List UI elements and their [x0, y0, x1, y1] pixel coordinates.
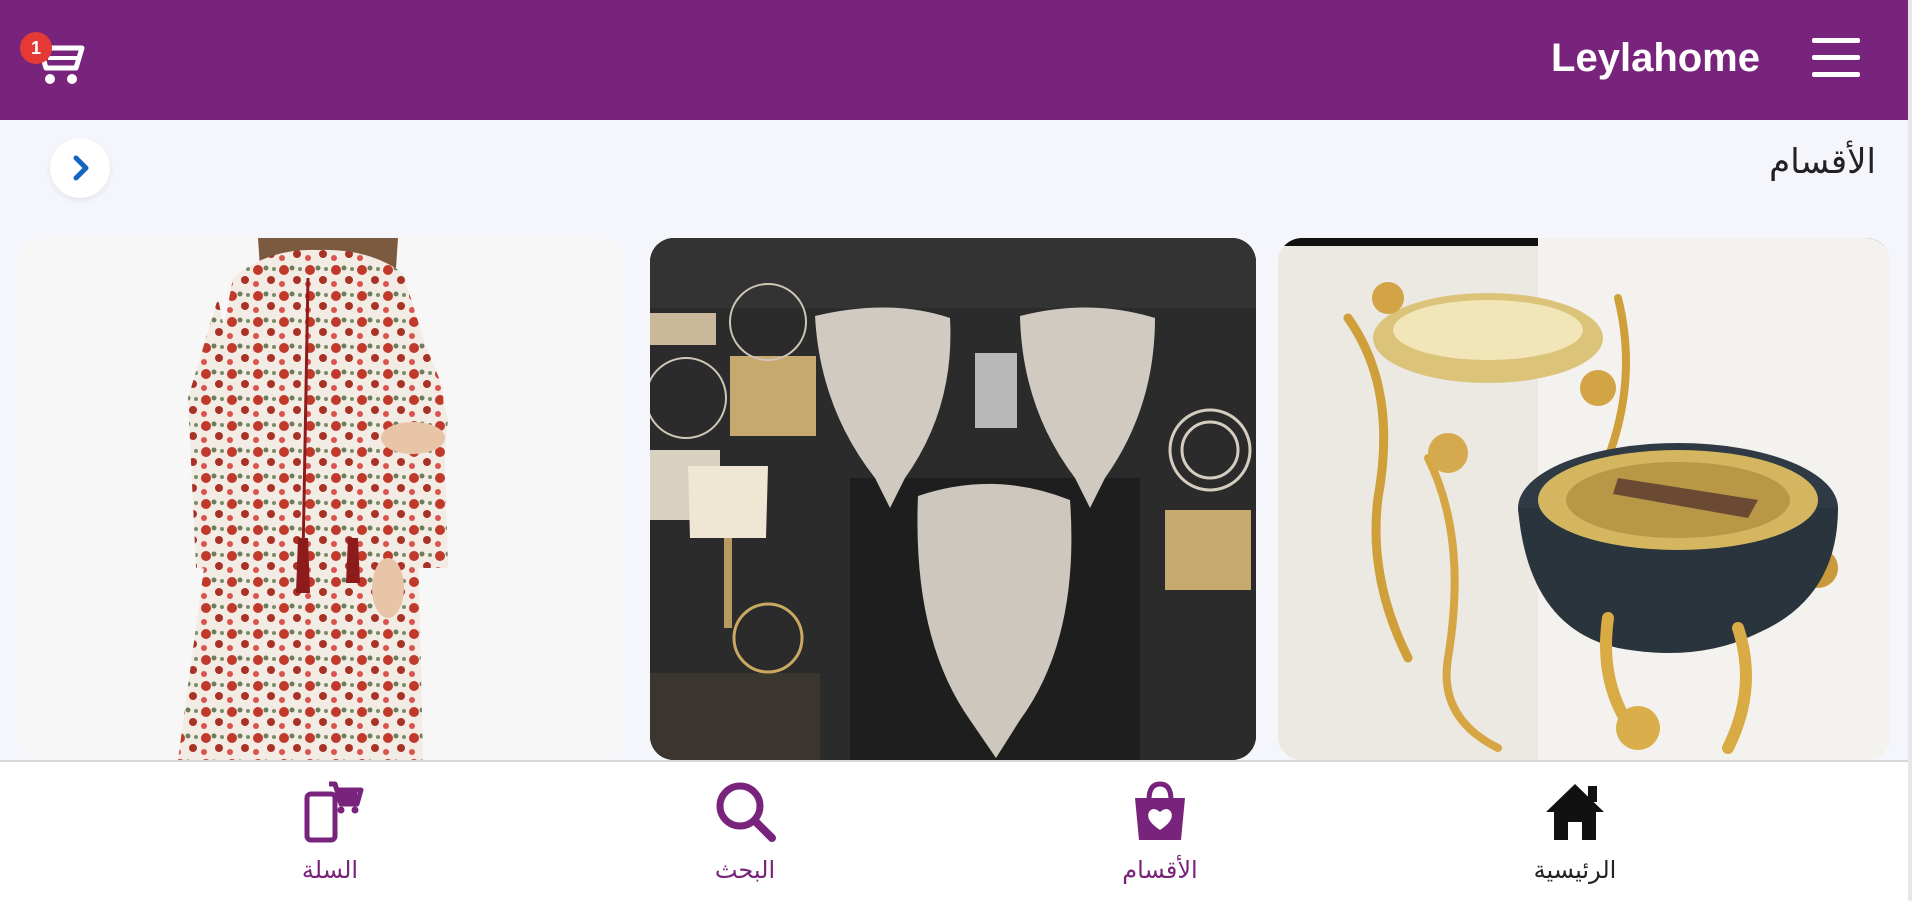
- product-image-lace: [650, 238, 1256, 760]
- home-icon: [1546, 784, 1604, 840]
- nav-cart-label: السلة: [301, 856, 359, 884]
- product-image-incense: [1278, 238, 1890, 760]
- chevron-right-icon: [73, 155, 89, 181]
- cart-button[interactable]: 1: [18, 30, 88, 90]
- top-app-bar: 1 Leylahome: [0, 0, 1908, 120]
- categories-header: الأقسام: [0, 120, 1908, 225]
- nav-search-label: البحث: [714, 856, 776, 884]
- cart-count-badge: 1: [20, 32, 52, 64]
- app-brand-title: Leylahome: [1551, 36, 1760, 80]
- right-edge-gutter: [1908, 0, 1912, 900]
- categories-next-button[interactable]: [50, 138, 110, 198]
- nav-search[interactable]: البحث: [655, 778, 835, 888]
- bottom-navigation: الرئيسية الأقسام البحث السلة: [0, 760, 1908, 902]
- product-card-dress[interactable]: [18, 238, 624, 760]
- cart-phone-icon: [304, 781, 364, 843]
- nav-categories[interactable]: الأقسام: [1070, 778, 1250, 888]
- shopping-bag-heart-icon: [1135, 781, 1185, 840]
- product-image-dress: [18, 238, 624, 760]
- product-card-lace[interactable]: [650, 238, 1256, 760]
- nav-home[interactable]: الرئيسية: [1485, 778, 1665, 888]
- product-card-incense[interactable]: [1278, 238, 1890, 760]
- hamburger-menu-icon[interactable]: [1812, 38, 1860, 82]
- search-icon: [716, 782, 776, 842]
- nav-cart[interactable]: السلة: [240, 778, 420, 888]
- categories-title: الأقسام: [1769, 142, 1876, 182]
- nav-categories-label: الأقسام: [1122, 856, 1198, 884]
- nav-home-label: الرئيسية: [1533, 856, 1617, 884]
